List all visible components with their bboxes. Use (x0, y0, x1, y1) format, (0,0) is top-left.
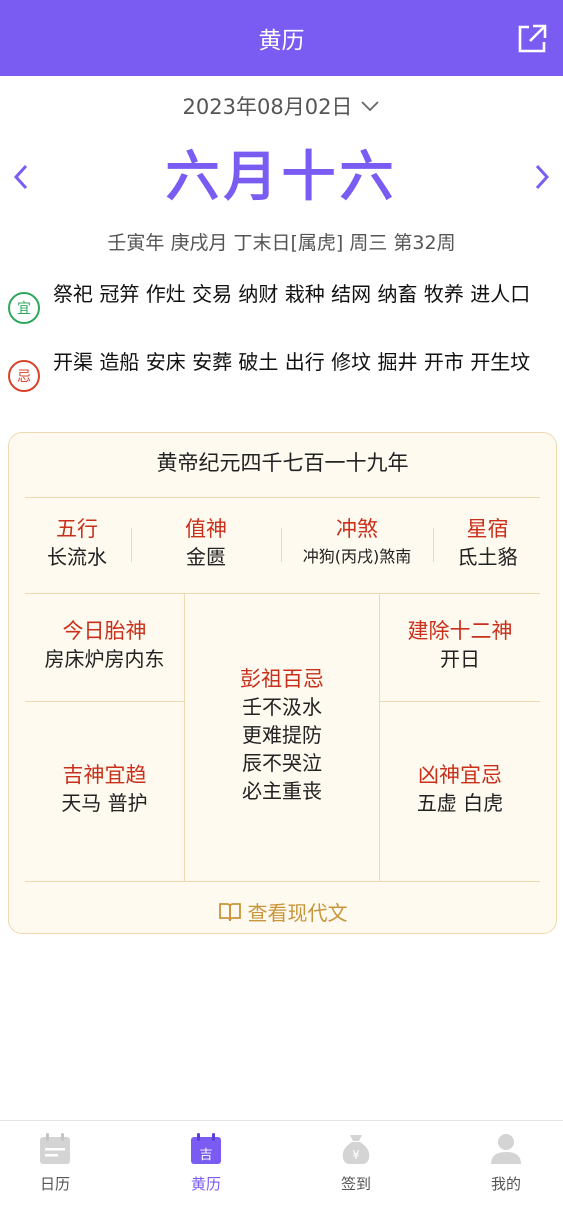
yi-text: 祭祀 冠笄 作灶 交易 纳财 栽种 结网 纳畜 牧养 进人口 (53, 282, 531, 306)
tab-calendar[interactable]: 日历 (20, 1131, 90, 1194)
pengzu-line: 壬不汲水 (242, 695, 322, 719)
jishen-value: 天马 普护 (61, 791, 148, 815)
zhishen-cell: 值神 金匮 (133, 515, 279, 571)
tab-almanac[interactable]: 吉 黄历 (171, 1131, 241, 1194)
view-modern-text-link[interactable]: 查看现代文 (9, 897, 556, 926)
app-header: 黄历 (0, 0, 563, 76)
yi-badge: 宜 (8, 292, 40, 324)
pengzu-line: 辰不哭泣 (242, 751, 322, 775)
divider (25, 593, 540, 594)
divider (25, 701, 185, 702)
ji-text: 开渠 造船 安床 安葬 破土 出行 修坟 掘井 开市 开生坟 (53, 350, 531, 374)
pengzu-line: 必主重丧 (242, 779, 322, 803)
page-title: 黄历 (258, 28, 305, 54)
jianchu-value: 开日 (440, 647, 480, 671)
ganzhi-info: 壬寅年 庚戌月 丁末日[属虎] 周三 第32周 (107, 232, 456, 254)
zhishen-label: 值神 (185, 517, 227, 541)
ji-badge: 忌 (8, 360, 40, 392)
zhishen-value: 金匮 (186, 545, 226, 569)
pengzu-cell: 彭祖百忌 壬不汲水 更难提防 辰不哭泣 必主重丧 (185, 665, 379, 805)
pengzu-label: 彭祖百忌 (240, 667, 324, 691)
yi-row: 宜 祭祀 冠笄 作灶 交易 纳财 栽种 结网 纳畜 牧养 进人口 (8, 282, 556, 324)
almanac-card: 黄帝纪元四千七百一十九年 五行 长流水 值神 金匮 冲煞 冲狗(丙戌)煞南 星宿… (8, 432, 557, 934)
view-modern-text-label: 查看现代文 (247, 901, 348, 925)
jianchu-label: 建除十二神 (407, 619, 513, 643)
tab-checkin-label: 签到 (340, 1175, 371, 1193)
taishen-value: 房床炉房内东 (44, 647, 165, 671)
chevron-down-icon (361, 101, 380, 112)
date-selector[interactable]: 2023年08月02日 (0, 91, 563, 121)
xiongshen-value: 五虚 白虎 (416, 791, 504, 815)
almanac-icon-text: 吉 (199, 1148, 212, 1163)
divider (25, 497, 540, 498)
xiongshen-cell: 凶神宜忌 五虚 白虎 (380, 761, 540, 817)
almanac-icon: 吉 (191, 1133, 221, 1164)
wuxing-label: 五行 (56, 517, 98, 541)
tab-almanac-label: 黄历 (190, 1175, 221, 1193)
tab-calendar-label: 日历 (39, 1175, 70, 1193)
share-icon[interactable] (515, 22, 549, 56)
wuxing-cell: 五行 长流水 (25, 515, 129, 571)
wuxing-value: 长流水 (47, 545, 107, 569)
money-bag-icon: ¥ (342, 1135, 370, 1164)
pengzu-line: 更难提防 (242, 723, 322, 747)
divider (380, 701, 540, 702)
tab-mine-label: 我的 (490, 1175, 521, 1193)
user-icon (491, 1134, 521, 1164)
jishen-cell: 吉神宜趋 天马 普护 (25, 761, 184, 817)
tab-mine[interactable]: 我的 (471, 1131, 541, 1194)
divider (281, 528, 282, 562)
calendar-icon (40, 1133, 70, 1164)
jishen-label: 吉神宜趋 (62, 763, 147, 787)
previous-day-button[interactable] (8, 160, 34, 194)
xiongshen-label: 凶神宜忌 (418, 763, 502, 787)
divider (131, 528, 132, 562)
lunar-date: 六月十六 (165, 145, 398, 208)
divider (433, 528, 434, 562)
card-title: 黄帝纪元四千七百一十九年 (156, 451, 409, 475)
selected-date: 2023年08月02日 (182, 95, 353, 119)
divider (25, 881, 540, 882)
tab-checkin[interactable]: ¥ 签到 (321, 1131, 391, 1194)
xingxiu-label: 星宿 (466, 517, 509, 541)
taishen-cell: 今日胎神 房床炉房内东 (25, 617, 184, 673)
jianchu-cell: 建除十二神 开日 (380, 617, 540, 673)
ji-row: 忌 开渠 造船 安床 安葬 破土 出行 修坟 掘井 开市 开生坟 (8, 350, 556, 392)
svg-text:¥: ¥ (352, 1148, 360, 1162)
chongsha-label: 冲煞 (336, 517, 378, 541)
chongsha-value: 冲狗(丙戌)煞南 (302, 547, 412, 566)
chongsha-cell: 冲煞 冲狗(丙戌)煞南 (283, 515, 431, 571)
bottom-tab-bar: 日历 吉 黄历 ¥ 签到 我的 (0, 1120, 563, 1218)
xingxiu-cell: 星宿 氐土貉 (435, 515, 540, 571)
next-day-button[interactable] (529, 160, 555, 194)
xingxiu-value: 氐土貉 (457, 545, 518, 569)
book-icon (218, 902, 241, 921)
lunar-date-row: 六月十六 (0, 140, 563, 214)
taishen-label: 今日胎神 (62, 619, 147, 643)
